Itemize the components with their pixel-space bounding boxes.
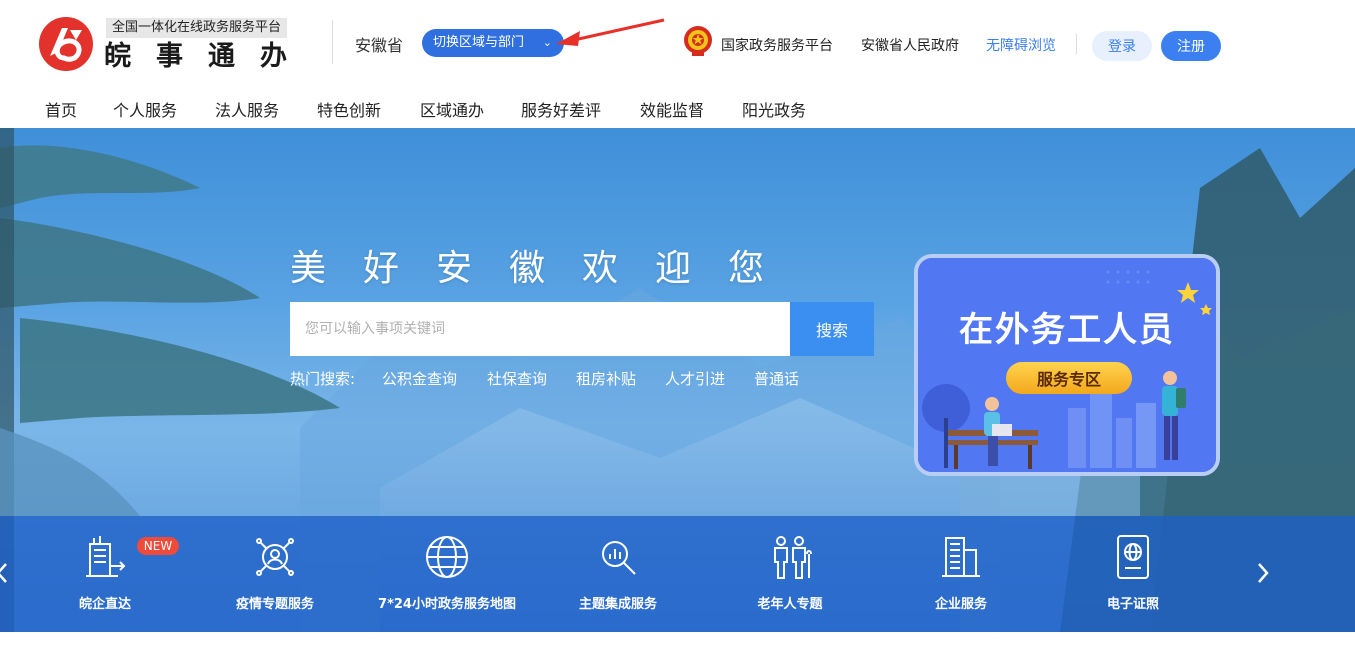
globe-icon	[426, 536, 468, 578]
service-label: 主题集成服务	[578, 597, 657, 612]
header-divider	[332, 20, 333, 64]
search-button[interactable]: 搜索	[790, 302, 874, 356]
welcome-heading: 美好安徽欢迎您	[290, 248, 802, 289]
service-label: 老年人专题	[757, 597, 823, 612]
service-item-epidemic[interactable]: 疫情专题服务	[190, 532, 360, 622]
elderly-icon	[774, 536, 812, 579]
service-zone-button[interactable]: 服务专区	[1006, 362, 1132, 394]
nav-item-supervision[interactable]: 效能监督	[640, 96, 704, 126]
nav-item-home[interactable]: 首页	[45, 96, 77, 126]
national-emblem-icon	[684, 26, 712, 56]
hot-search-label: 热门搜索:	[290, 370, 356, 388]
nav-item-innovation[interactable]: 特色创新	[317, 96, 381, 126]
service-label: 疫情专题服务	[235, 597, 314, 612]
chart-magnifier-icon	[602, 541, 636, 575]
province-government-link[interactable]: 安徽省人民政府	[861, 35, 959, 55]
service-label: 皖企直达	[78, 597, 131, 612]
logo-title[interactable]: 皖事通办	[104, 40, 312, 74]
service-item-elderly[interactable]: 老年人专题	[705, 532, 875, 622]
header-divider-2	[1076, 34, 1077, 54]
switch-region-label: 切换区域与部门	[433, 35, 525, 50]
nav-item-legal-person[interactable]: 法人服务	[215, 96, 279, 126]
service-item-e-license[interactable]: 电子证照	[1048, 532, 1218, 622]
logo-subtitle: 全国一体化在线政务服务平台	[106, 18, 288, 38]
hot-search-item[interactable]: 租房补贴	[576, 368, 636, 389]
red-arrow-annotation-icon	[556, 18, 665, 46]
service-label: 企业服务	[934, 597, 987, 612]
promo-title: 在外务工人员	[959, 310, 1175, 350]
register-button[interactable]: 注册	[1161, 31, 1221, 61]
nav-item-transparency[interactable]: 阳光政务	[742, 96, 806, 126]
service-label: 电子证照	[1106, 597, 1159, 612]
accessible-browse-link[interactable]: 无障碍浏览	[986, 35, 1056, 55]
hot-search-item[interactable]: 普通话	[754, 368, 799, 389]
hot-search-item[interactable]: 社保查询	[487, 368, 547, 389]
search-input[interactable]	[290, 302, 790, 356]
hot-search-item[interactable]: 公积金查询	[382, 368, 457, 389]
service-item-theme-services[interactable]: 主题集成服务	[533, 532, 703, 622]
new-badge: NEW	[137, 537, 179, 555]
login-button[interactable]: 登录	[1092, 31, 1152, 61]
building-arrow-icon	[86, 536, 126, 577]
national-platform-link[interactable]: 国家政务服务平台	[721, 35, 833, 55]
top-header: 全国一体化在线政务服务平台 皖事通办 安徽省 切换区域与部门 ⌄ 国家政务服务平…	[0, 0, 1355, 128]
service-item-service-map[interactable]: 7*24小时政务服务地图	[362, 532, 532, 622]
service-item-enterprise[interactable]: 企业服务	[876, 532, 1046, 622]
passport-icon	[1117, 535, 1149, 579]
office-building-icon	[942, 537, 980, 577]
hot-search-item[interactable]: 人才引进	[665, 368, 725, 389]
service-strip: 皖企直达 疫情专题服务 7*24小时政务服务地图 主题集成服务 老年人专题 企业…	[0, 516, 1355, 632]
nav-item-personal[interactable]: 个人服务	[113, 96, 177, 126]
chevron-right-icon[interactable]	[1253, 558, 1273, 588]
logo-icon[interactable]	[38, 16, 94, 72]
chevron-left-icon[interactable]	[0, 558, 8, 588]
epidemic-icon	[256, 538, 294, 576]
current-region: 安徽省	[355, 36, 404, 55]
migrant-workers-promo-card[interactable]: 在外务工人员 服务专区	[914, 254, 1220, 476]
service-label: 7*24小时政务服务地图	[378, 597, 516, 612]
nav-item-evaluation[interactable]: 服务好差评	[521, 96, 601, 126]
nav-item-regional[interactable]: 区域通办	[420, 96, 484, 126]
hero-banner: 美好安徽欢迎您 搜索 热门搜索: 公积金查询 社保查询 租房补贴 人才引进 普通…	[0, 128, 1355, 632]
